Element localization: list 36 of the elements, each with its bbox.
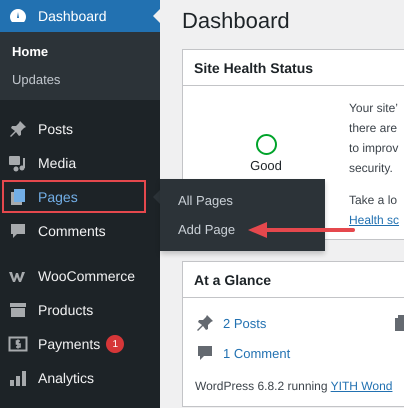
menu-label: WooCommerce xyxy=(38,268,135,284)
submenu-item[interactable]: Updates xyxy=(0,66,160,94)
menu-label: Posts xyxy=(38,121,74,137)
submenu-item[interactable]: Home xyxy=(0,38,160,66)
flyout-item[interactable]: Add Page xyxy=(160,215,325,244)
flyout-item[interactable]: All Pages xyxy=(160,186,325,215)
card-title: At a Glance xyxy=(194,272,272,288)
text-line: there are xyxy=(349,120,398,137)
count-badge: 1 xyxy=(106,335,124,353)
menu-label: Products xyxy=(38,302,94,318)
text-line: Take a lo xyxy=(349,192,398,209)
version-text: WordPress 6.8.2 running YITH Wond xyxy=(195,378,394,395)
card-title: Site Health Status xyxy=(194,60,314,76)
menu-item[interactable]: Pages xyxy=(0,180,160,214)
status-label: Good xyxy=(250,158,282,173)
menu-item[interactable]: Posts xyxy=(0,112,160,146)
menu-item[interactable]: Media xyxy=(0,146,160,180)
menu-label: Payments xyxy=(38,336,100,352)
text-line: to improv xyxy=(349,140,400,157)
dashboard-menu-item[interactable]: Dashboard xyxy=(0,0,160,32)
text-line: security. xyxy=(349,160,394,177)
menu-item[interactable]: Analytics xyxy=(0,361,160,395)
menu-label: Analytics xyxy=(38,370,94,386)
text-line: Your site’ xyxy=(349,100,399,117)
menu-label: Comments xyxy=(38,223,106,239)
menu-label: Media xyxy=(38,155,76,171)
stat-link[interactable]: 1 Comment xyxy=(223,346,290,360)
menu-label: Pages xyxy=(38,189,78,205)
menu-item[interactable]: Comments xyxy=(0,214,160,248)
theme-link[interactable]: YITH Wond xyxy=(330,379,392,393)
menu-item[interactable]: Payments 1 xyxy=(0,327,160,361)
health-link[interactable]: Health sc xyxy=(349,210,404,230)
stat-link[interactable]: 2 Posts xyxy=(223,316,266,330)
page-title: Dashboard xyxy=(182,7,291,35)
menu-item[interactable]: Products xyxy=(0,293,160,327)
menu-item[interactable]: WooCommerce xyxy=(0,259,160,293)
